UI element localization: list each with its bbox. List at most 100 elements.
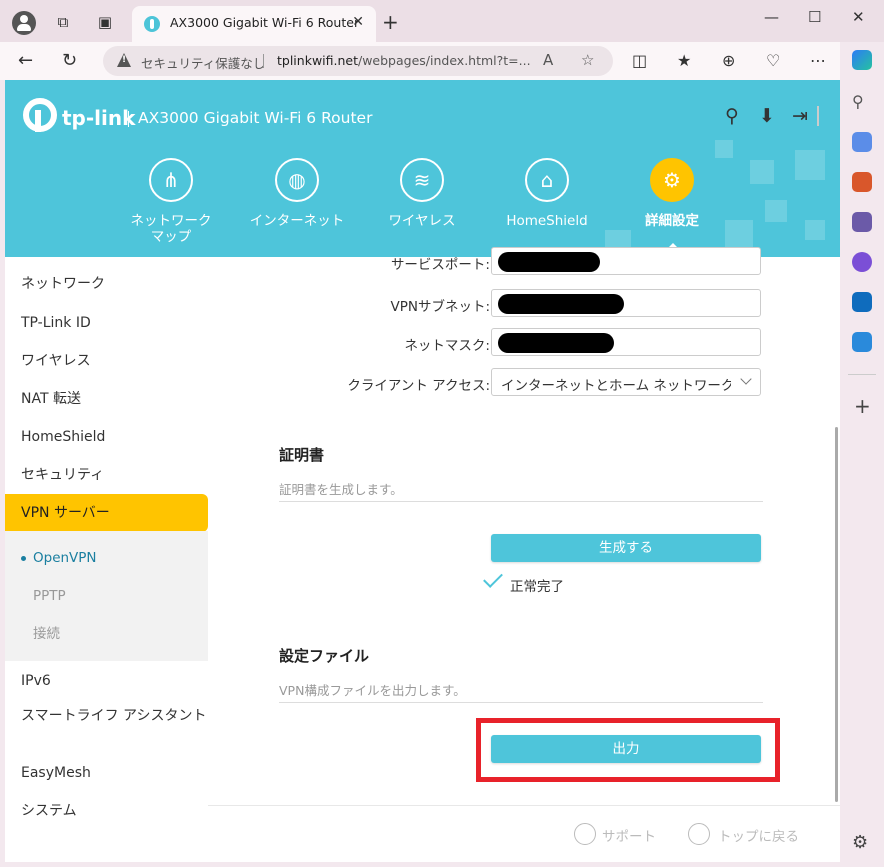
support-link[interactable]: サポート [602,825,656,845]
sidebar-item-smart-life[interactable]: スマートライフ アシスタント [5,704,208,748]
sidebar-item-ipv6[interactable]: IPv6 [5,662,208,700]
netmask-input[interactable] [491,328,761,356]
content-scrollbar[interactable] [835,427,838,802]
network-map-icon: ⋔ [149,158,193,202]
export-button-highlight [476,718,780,782]
sidebar-item-vpn-server[interactable]: VPN サーバー [5,494,208,532]
globe-icon: ◍ [275,158,319,202]
shopping-tag-icon[interactable] [852,132,872,152]
nav-advanced-label: 詳細設定 [645,213,699,229]
browser-tab[interactable]: AX3000 Gigabit Wi-Fi 6 Router ✕ [132,6,376,42]
outlook-icon[interactable] [852,292,872,312]
checkmark-icon [483,568,503,588]
copilot-icon[interactable] [852,50,872,70]
nav-homeshield[interactable]: ⌂ HomeShield [487,158,607,229]
generate-certificate-button[interactable]: 生成する [491,534,761,562]
certificate-title: 証明書 [279,446,325,464]
header-pattern [805,220,825,240]
edge-sidebar: ⚲ + ⚙ [840,42,884,867]
nav-internet[interactable]: ◍ インターネット [237,158,357,229]
vpn-subnet-input[interactable] [491,289,761,317]
search-icon[interactable]: ⚲ [852,92,872,112]
sidebar-settings-icon[interactable]: ⚙ [852,832,868,853]
sidebar-item-network[interactable]: ネットワーク [5,265,208,303]
header-pattern [715,140,733,158]
nav-wireless[interactable]: ≋ ワイヤレス [362,158,482,229]
nav-network-map[interactable]: ⋔ ネットワーク マップ [111,158,231,245]
address-separator [263,54,264,68]
sidebar-sub-openvpn[interactable]: OpenVPN [5,539,208,577]
router-header: tp-link AX3000 Gigabit Wi-Fi 6 Router ⚲ … [5,80,840,257]
sidebar-item-tp-link-id[interactable]: TP-Link ID [5,304,208,342]
client-access-select[interactable]: インターネットとホーム ネットワーク [491,368,761,396]
certificate-description: 証明書を生成します。 [279,482,403,497]
header-divider [817,106,819,126]
vpn-subnet-label: VPNサブネット: [390,299,490,315]
tools-icon[interactable] [852,172,872,192]
nav-internet-label: インターネット [249,213,345,229]
favorites-icon[interactable]: ★ [677,51,691,70]
profile-avatar-icon[interactable] [12,11,36,35]
redacted-value [498,252,600,272]
new-tab-button[interactable]: + [382,10,399,34]
minimize-icon[interactable]: — [764,8,779,26]
add-sidebar-app-icon[interactable]: + [854,394,871,418]
microsoft-365-icon[interactable] [852,252,872,272]
rail-divider [848,374,876,375]
service-port-row: サービスポート: [208,247,768,275]
netmask-label: ネットマスク: [404,338,490,354]
address-bar[interactable]: セキュリティ保護なし tplinkwifi.net/webpages/index… [103,46,613,76]
sidebar-item-security[interactable]: セキュリティ [5,456,208,494]
nav-advanced[interactable]: ⚙ 詳細設定 [612,158,732,229]
arrow-up-icon[interactable] [688,823,710,845]
sidebar-item-system[interactable]: システム [5,792,208,830]
security-status[interactable]: セキュリティ保護なし [141,53,265,72]
back-to-top-link[interactable]: トップに戻る [718,825,799,845]
games-icon[interactable] [852,212,872,232]
tp-link-logo-icon [23,98,57,132]
vpn-settings-panel: サービスポート: VPNサブネット: ネットマスク: クライアント アクセス: … [208,247,840,805]
redacted-value [498,294,624,314]
settings-sidebar: ネットワーク TP-Link ID ワイヤレス NAT 転送 HomeShiel… [5,257,208,862]
warning-icon[interactable] [117,53,131,67]
header-pattern [795,150,825,180]
tab-actions-icon[interactable]: ▣ [94,11,116,33]
tp-link-favicon-icon [144,16,160,32]
service-port-input[interactable] [491,247,761,275]
search-icon[interactable]: ⚲ [725,105,739,127]
wifi-icon: ≋ [400,158,444,202]
logout-icon[interactable]: ⇥ [792,105,808,127]
router-model-title: AX3000 Gigabit Wi-Fi 6 Router [138,109,373,127]
more-menu-icon[interactable]: ⋯ [810,51,826,70]
headset-support-icon[interactable] [574,823,596,845]
collections-icon[interactable]: ⊕ [722,51,735,70]
sidebar-item-nat[interactable]: NAT 転送 [5,380,208,418]
refresh-icon[interactable]: ↻ [62,50,77,71]
sidebar-item-wireless[interactable]: ワイヤレス [5,342,208,380]
header-pattern [750,160,774,184]
url-text[interactable]: tplinkwifi.net/webpages/index.html?t=... [277,53,531,68]
certificate-status: 正常完了 [510,579,564,595]
sidebar-sub-connections[interactable]: 接続 [5,615,208,653]
sidebar-sub-pptp[interactable]: PPTP [5,577,208,615]
tab-title: AX3000 Gigabit Wi-Fi 6 Router [170,15,360,30]
client-access-row: クライアント アクセス: インターネットとホーム ネットワーク [208,368,768,396]
chevron-down-icon [740,373,752,385]
close-window-icon[interactable]: ✕ [852,8,865,26]
drop-icon[interactable] [852,332,872,352]
client-access-value: インターネットとホーム ネットワーク [501,378,731,394]
sidebar-item-easymesh[interactable]: EasyMesh [5,754,208,792]
split-screen-icon[interactable]: ◫ [632,51,647,70]
download-app-icon[interactable]: ⬇ [759,105,775,127]
close-tab-icon[interactable]: ✕ [352,14,364,30]
read-aloud-icon[interactable]: A [543,51,553,69]
workspaces-icon[interactable]: ⧉ [52,11,74,33]
client-access-label: クライアント アクセス: [347,378,490,394]
browser-essentials-icon[interactable]: ♡ [766,51,780,70]
nav-network-map-label: ネットワーク マップ [130,213,212,245]
maximize-icon[interactable]: ☐ [808,8,821,26]
sidebar-item-homeshield[interactable]: HomeShield [5,418,208,456]
back-arrow-icon[interactable]: ← [18,50,33,71]
favorite-star-icon[interactable]: ☆ [581,51,594,69]
vpn-submenu: OpenVPN PPTP 接続 [5,531,208,661]
